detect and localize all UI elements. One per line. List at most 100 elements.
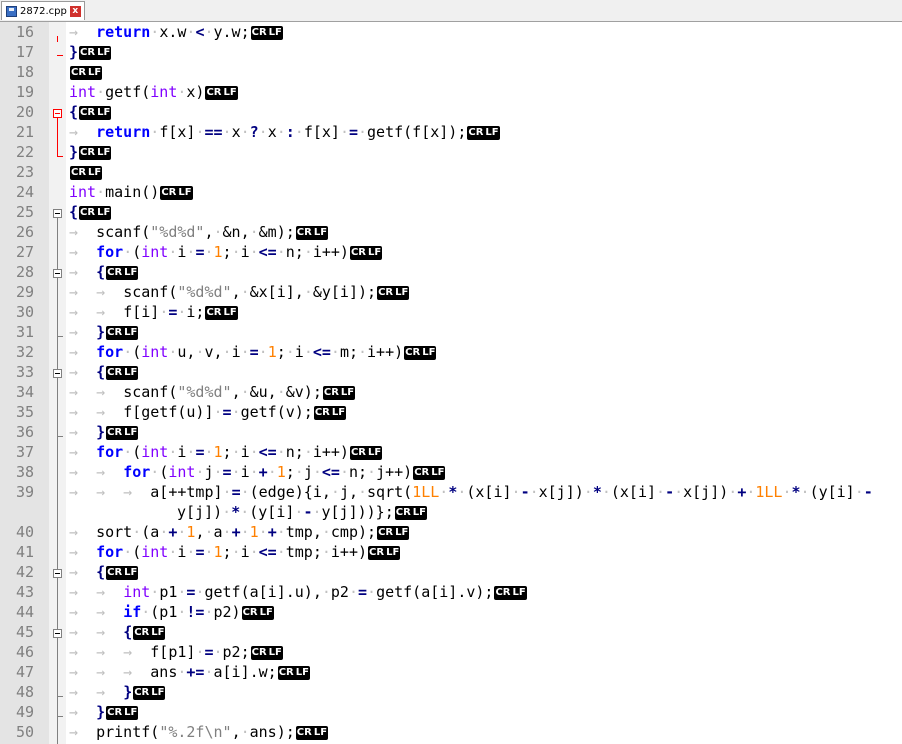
code-line[interactable]: 20 {CR LF: [0, 102, 902, 122]
code-line[interactable]: 28 → {CR LF: [0, 262, 902, 282]
line-number: 29: [15, 283, 34, 301]
code-text: → → for·(int·j·=·i·+·1;·j·<=·n;·j++) CR LF: [69, 462, 446, 482]
tab-indent-marker: → → →: [69, 643, 151, 661]
space-marker: ·: [258, 523, 268, 541]
code-token: return: [96, 23, 151, 41]
code-line[interactable]: 17} CR LF: [0, 42, 902, 62]
code-line[interactable]: 40 → sort·(a·+·1,·a·+·1·+·tmp,·cmp); CR LF: [0, 522, 902, 542]
tab-indent-marker: → →: [69, 403, 124, 421]
code-line[interactable]: 31 → } CR LF: [0, 322, 902, 342]
code-token: {: [96, 263, 106, 281]
lf-label: LF: [431, 466, 445, 478]
code-line[interactable]: 27 → for·(int·i·=·1;·i·<=·n;·i++) CR LF: [0, 242, 902, 262]
code-line[interactable]: 32 → for·(int·u,·v,·i·=·1;·i·<=·m;·i++) CR…: [0, 342, 902, 362]
lf-label: LF: [268, 646, 282, 658]
code-token: tmp;: [285, 543, 322, 561]
code-token: y[j]): [177, 503, 223, 521]
code-token: 1: [213, 243, 223, 261]
code-text: {CR LF: [69, 202, 112, 222]
code-line[interactable]: 24 int·main() CR LF: [0, 182, 902, 202]
code-text: int·getf(int·x) CR LF: [69, 82, 238, 102]
code-line[interactable]: 34 → → scanf("%d%d",·&u,·&v); CR LF: [0, 382, 902, 402]
code-token: -: [665, 483, 675, 501]
code-token: if: [123, 603, 142, 621]
tab-2872-cpp[interactable]: 2872.cpp x: [1, 1, 85, 20]
code-token: int: [141, 443, 169, 461]
code-line[interactable]: 33 → {CR LF: [0, 362, 902, 382]
code-line[interactable]: 50 → printf("%.2f\n",·ans); CR LF: [0, 722, 902, 742]
code-line[interactable]: 48 → → } CR LF: [0, 682, 902, 702]
code-line[interactable]: 46 → → → f[p1]·=·p2; CR LF: [0, 642, 902, 662]
code-token: int: [69, 83, 97, 101]
cr-label: CR: [369, 546, 385, 558]
code-token: int: [141, 343, 169, 361]
cr-label: CR: [80, 46, 96, 58]
code-token: for: [123, 463, 151, 481]
space-marker: ·: [674, 483, 684, 501]
code-line[interactable]: 18 CR LF: [0, 62, 902, 82]
code-line[interactable]: 37 → for·(int·i·=·1;·i·<=·n;·i++) CR LF: [0, 442, 902, 462]
lf-label: LF: [340, 386, 355, 398]
code-token: (edge){i,: [249, 483, 331, 501]
space-marker: ·: [601, 483, 611, 501]
code-line[interactable]: 22} CR LF: [0, 142, 902, 162]
code-token: (y[i]: [249, 503, 295, 521]
space-marker: ·: [339, 123, 349, 141]
code-line[interactable]: 43 → → int·p1·=·getf(a[i].u),·p2·=·getf(a…: [0, 582, 902, 602]
code-line[interactable]: 44 → → if·(p1·!=·p2) CR LF: [0, 602, 902, 622]
code-line[interactable]: 47 → → → ans·+=·a[i].w; CR LF: [0, 662, 902, 682]
space-marker: ·: [330, 483, 340, 501]
crlf-marker: CR LF: [106, 705, 139, 720]
code-token: <=: [312, 343, 331, 361]
code-line[interactable]: 41 → for·(int·i·=·1;·i·<=·tmp;·i++) CR LF: [0, 542, 902, 562]
code-token: f[getf(u)]: [123, 403, 214, 421]
code-text: → sort·(a·+·1,·a·+·1·+·tmp,·cmp); CR LF: [69, 522, 410, 542]
lf-label: LF: [368, 246, 382, 258]
code-text: → for·(int·u,·v,·i·=·1;·i·<=·m;·i++) CR LF: [69, 342, 437, 362]
code-text: → → scanf("%d%d",·&u,·&v); CR LF: [69, 382, 356, 402]
lf-label: LF: [97, 46, 111, 58]
crlf-marker: CR LF: [205, 305, 238, 320]
code-line[interactable]: 29 → → scanf("%d%d",·&x[i],·&y[i]); CR LF: [0, 282, 902, 302]
lf-label: LF: [97, 106, 111, 118]
code-line[interactable]: 45 → → {CR LF: [0, 622, 902, 642]
code-text: → → → a[++tmp]·=·(edge){i,·j,·sqrt(1LL·*…: [69, 482, 873, 502]
crlf-marker: CR LF: [106, 425, 139, 440]
crlf-marker: CR LF: [106, 325, 139, 340]
cr-label: CR: [80, 206, 96, 218]
code-token: ans);: [249, 723, 295, 741]
code-line[interactable]: 30 → → f[i]·=·i; CR LF: [0, 302, 902, 322]
code-line[interactable]: 49 → } CR LF: [0, 702, 902, 722]
space-marker: ·: [303, 243, 313, 261]
cr-label: CR: [107, 266, 123, 278]
code-token: i: [240, 443, 250, 461]
space-marker: ·: [204, 543, 214, 561]
code-line[interactable]: 42 → {CR LF: [0, 562, 902, 582]
code-token: i++): [330, 543, 368, 561]
code-line[interactable]: 39 → → → a[++tmp]·=·(edge){i,·j,·sqrt(1LL…: [0, 482, 902, 502]
lf-label: LF: [331, 406, 346, 418]
code-line[interactable]: 23 CR LF: [0, 162, 902, 182]
cr-label: CR: [242, 606, 258, 618]
code-line[interactable]: 35 → → f[getf(u)]·=·getf(v); CR LF: [0, 402, 902, 422]
code-token: -: [520, 483, 530, 501]
code-line[interactable]: 16 → return·x.w·<·y.w; CR LF: [0, 22, 902, 42]
code-line[interactable]: 36 → } CR LF: [0, 422, 902, 442]
code-token: !=: [186, 603, 205, 621]
cr-label: CR: [251, 26, 267, 38]
close-tab-icon[interactable]: x: [69, 5, 81, 17]
code-token: &v);: [285, 383, 322, 401]
code-line[interactable]: 26 → scanf("%d%d",·&n,·&m); CR LF: [0, 222, 902, 242]
code-line[interactable]: 38 → → for·(int·j·=·i·+·1;·j·<=·n;·j++) CR…: [0, 462, 902, 482]
code-text: → return·f[x]·==·x·?·x·:·f[x]·=·getf(f[x…: [69, 122, 500, 142]
space-marker: ·: [123, 443, 133, 461]
code-line[interactable]: 25 {CR LF: [0, 202, 902, 222]
code-editor[interactable]: 16 → return·x.w·<·y.w; CR LF 17} CR LF 18 CR LF 19…: [0, 22, 902, 744]
code-line[interactable]: 19 int·getf(int·x) CR LF: [0, 82, 902, 102]
tab-indent-marker: → →: [69, 283, 124, 301]
code-token: }: [96, 423, 106, 441]
line-number: 25: [15, 203, 34, 221]
code-line[interactable]: y[j])·*·(y[i]·-·y[j]))}; CR LF: [0, 502, 902, 522]
code-line[interactable]: 21 → return·f[x]·==·x·?·x·:·f[x]·=·getf(f…: [0, 122, 902, 142]
cr-label: CR: [350, 446, 367, 458]
